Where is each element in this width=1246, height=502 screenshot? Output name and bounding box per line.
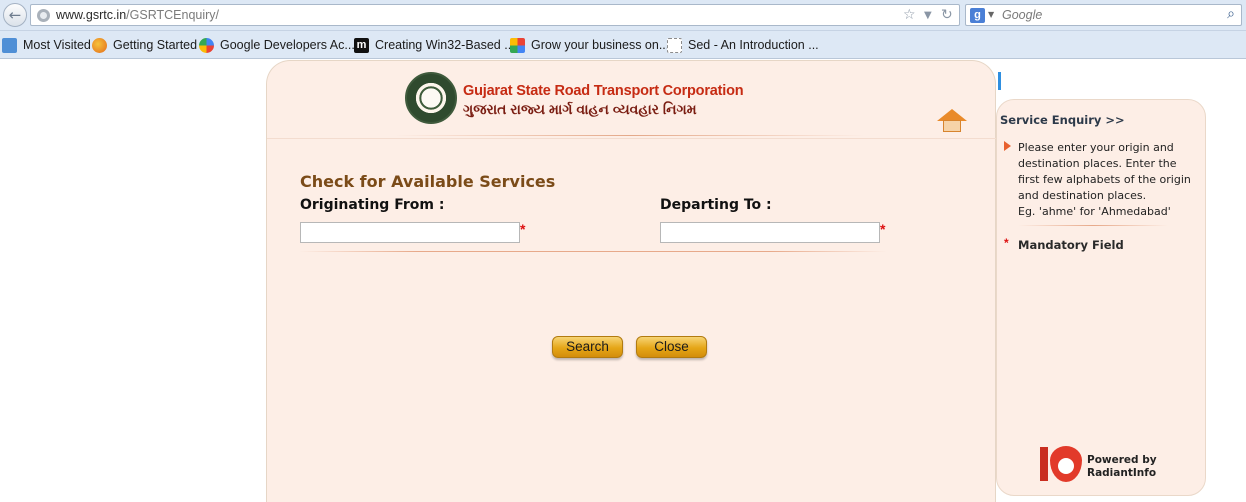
blank-page-icon [667,37,682,53]
origin-required-mark: * [520,221,526,237]
bookmark-most-visited[interactable]: Most Visited [2,36,91,54]
help-text: Please enter your origin and destination… [1018,141,1191,202]
back-arrow-icon: ← [8,6,22,24]
org-name: Gujarat State Road Transport Corporation [463,83,744,99]
history-dropdown-icon[interactable]: ▼ [924,10,932,21]
side-title: Service Enquiry >> [1000,113,1125,127]
most-visited-icon [2,37,17,53]
google-icon[interactable]: g [970,8,985,23]
header-divider [395,135,865,136]
origin-input[interactable] [300,222,520,243]
radiantinfo-logo-icon [1040,445,1084,485]
panel-divider [267,138,997,139]
side-help: Please enter your origin and destination… [1018,140,1200,220]
form-divider [299,251,887,252]
google-business-icon [510,37,525,53]
powered-by[interactable]: Powered by RadiantInfo [1040,445,1160,485]
bookmark-getting-started[interactable]: Getting Started [92,36,197,54]
search-icon[interactable]: ⌕ [1227,6,1235,22]
destination-required-mark: * [880,221,886,237]
google-developers-icon [199,37,214,53]
bookmark-sed-introduction[interactable]: Sed - An Introduction ... [667,36,819,54]
home-icon[interactable] [937,109,967,133]
mandatory-mark: * [1004,236,1009,250]
destination-input[interactable] [660,222,880,243]
bookmark-star-icon[interactable]: ☆ [903,7,916,23]
search-bar[interactable]: g ▼ Google ⌕ [965,4,1242,26]
mandatory-label: Mandatory Field [1018,238,1124,252]
search-engine-dropdown-icon[interactable]: ▼ [988,10,994,19]
powered-text: Powered by RadiantInfo [1087,454,1157,479]
arrow-icon [1004,141,1011,151]
gsrtc-emblem-icon [405,72,457,124]
reload-icon[interactable]: ↻ [941,7,953,23]
side-panel: Service Enquiry >> Please enter your ori… [996,99,1206,496]
form-title: Check for Available Services [300,172,556,191]
example-text: Eg. 'ahme' for 'Ahmedabad' [1018,205,1171,218]
search-button[interactable]: Search [552,336,623,358]
bookmark-creating-win32[interactable]: m Creating Win32-Based ... [354,36,515,54]
close-button[interactable]: Close [636,336,707,358]
msdn-icon: m [354,37,369,53]
bookmark-google-developers[interactable]: Google Developers Ac... [199,36,355,54]
firefox-icon [92,37,107,53]
org-name-gujarati: ગુજરાત રાજ્ય માર્ગ વાહન વ્યવહાર નિગમ [463,101,697,117]
bookmarks-toolbar: Most Visited Getting Started Google Deve… [0,31,1246,59]
bookmark-grow-business[interactable]: Grow your business on... [510,36,669,54]
browser-navbar: ← www.gsrtc.in/GSRTCEnquiry/ ☆ ▼ ↻ g ▼ G… [0,0,1246,31]
page-content: Gujarat State Road Transport Corporation… [0,60,1246,502]
page-header: Gujarat State Road Transport Corporation… [267,61,995,138]
side-divider [1018,225,1168,226]
main-panel: Gujarat State Road Transport Corporation… [266,60,997,502]
url-text[interactable]: www.gsrtc.in/GSRTCEnquiry/ [56,8,219,22]
address-bar[interactable]: www.gsrtc.in/GSRTCEnquiry/ ☆ ▼ ↻ [30,4,960,26]
origin-label: Originating From : [300,197,445,213]
globe-icon [37,9,50,22]
back-button[interactable]: ← [3,3,27,27]
search-placeholder[interactable]: Google [1002,8,1042,22]
destination-label: Departing To : [660,197,772,213]
side-marker [998,72,1001,90]
